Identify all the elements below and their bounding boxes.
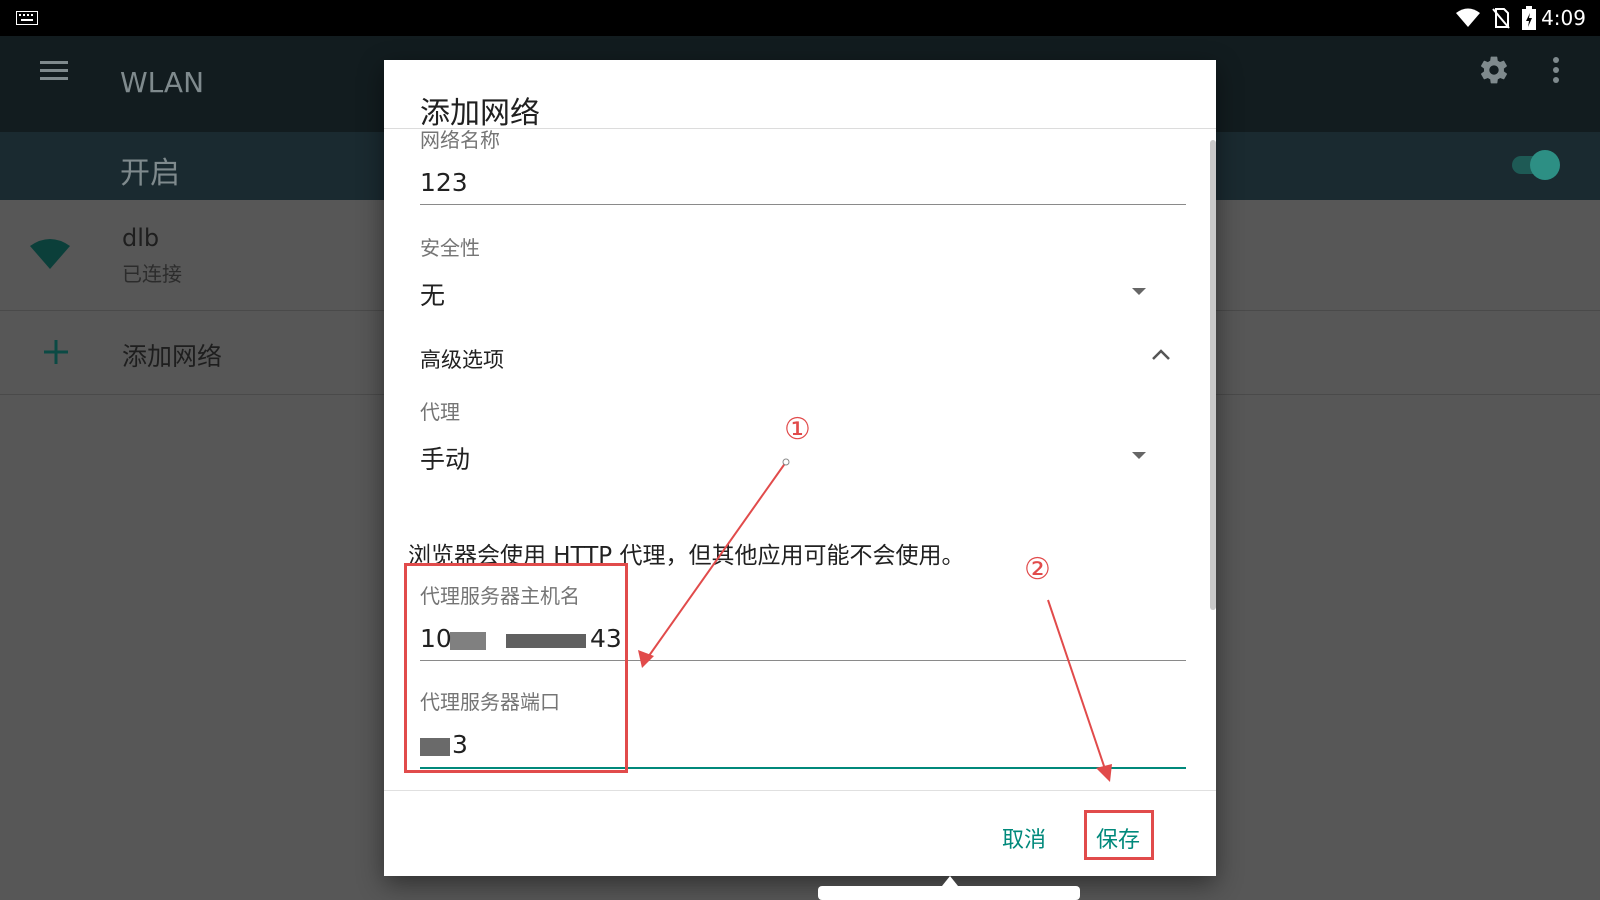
wifi-signal-icon (30, 239, 70, 269)
arrow-head (1096, 764, 1112, 782)
wifi-toggle-thumb (1530, 150, 1560, 180)
no-sim-icon (1492, 8, 1510, 29)
popup-caret (942, 876, 958, 886)
status-time: 4:09 (1541, 6, 1586, 30)
wifi-icon (1456, 8, 1480, 27)
add-network-label: 添加网络 (122, 342, 223, 371)
wifi-toggle[interactable] (1512, 150, 1560, 180)
bottom-popup-partial (818, 886, 1080, 900)
add-network-dialog: 添加网络 网络名称 123 安全性 无 高级选项 代理 手动 浏览器会使用 HT… (384, 60, 1216, 876)
gear-icon[interactable] (1478, 54, 1510, 86)
annotation-arrow-2 (1047, 599, 1107, 773)
keyboard-icon (16, 11, 38, 25)
arrow-origin-dot (782, 458, 790, 466)
battery-charging-icon (1522, 6, 1536, 30)
page-title: WLAN (120, 66, 205, 99)
wifi-switch-label: 开启 (120, 156, 180, 191)
annotation-arrows (638, 458, 1112, 782)
network-ssid: dlb (122, 224, 160, 252)
plus-icon (44, 340, 68, 364)
more-vert-icon[interactable] (1552, 56, 1560, 84)
annotation-arrow-1 (645, 461, 787, 661)
hamburger-menu-icon[interactable] (40, 60, 68, 82)
network-status: 已连接 (122, 262, 182, 286)
status-bar: 4:09 (0, 0, 1600, 36)
